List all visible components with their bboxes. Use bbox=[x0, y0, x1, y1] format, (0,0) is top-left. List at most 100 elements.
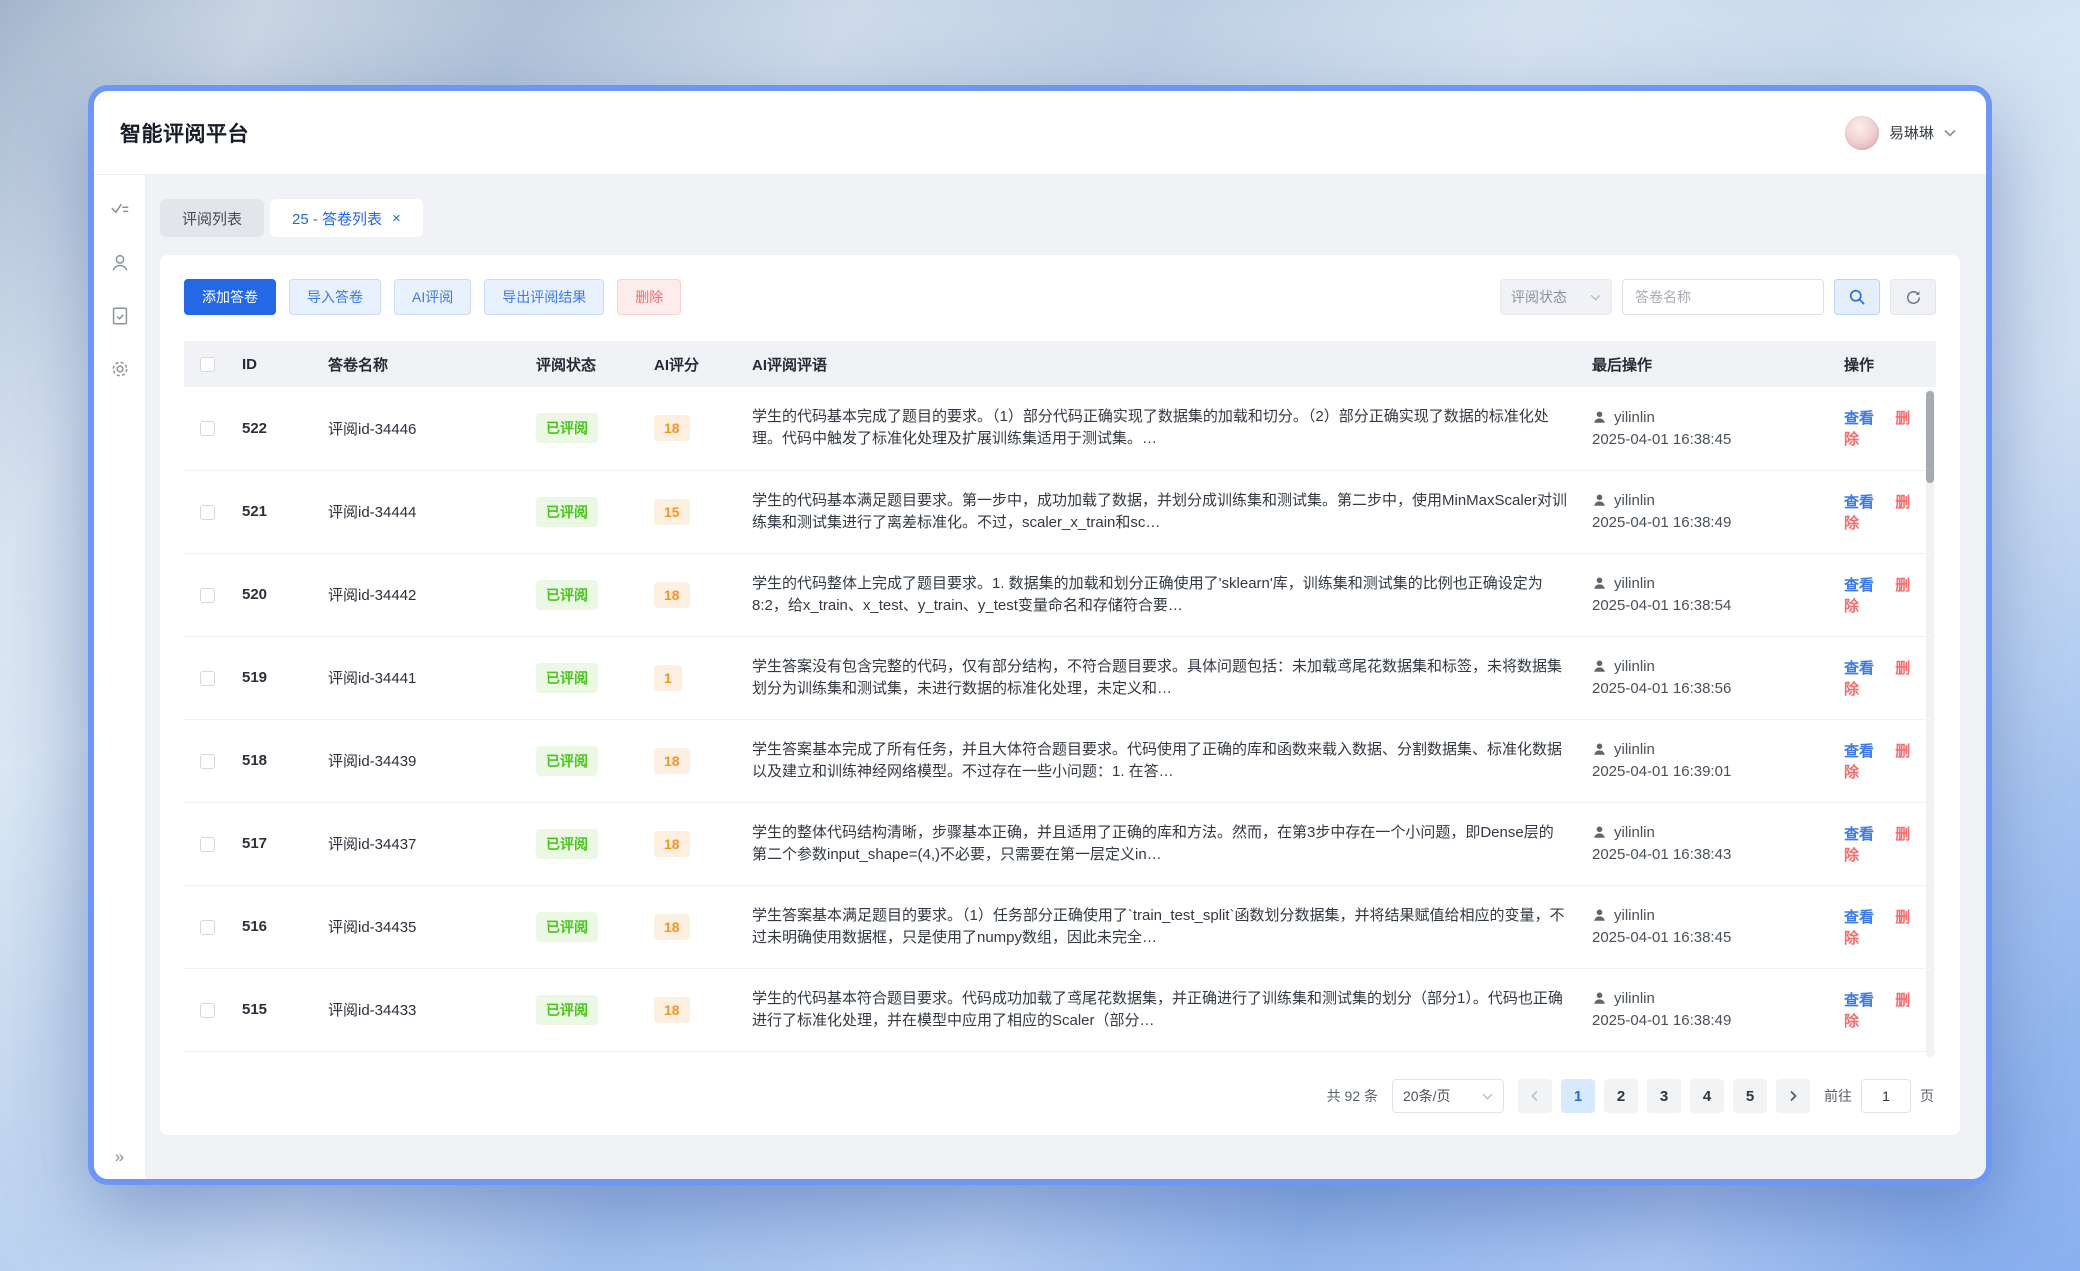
user-icon bbox=[1592, 576, 1607, 591]
score-badge: 1 bbox=[654, 665, 682, 691]
user-menu[interactable]: 易琳琳 bbox=[1845, 116, 1956, 150]
import-answer-button[interactable]: 导入答卷 bbox=[289, 279, 381, 315]
page-button-2[interactable]: 2 bbox=[1604, 1079, 1638, 1113]
row-name: 评阅id-34441 bbox=[316, 636, 524, 719]
view-link[interactable]: 查看 bbox=[1844, 660, 1874, 677]
scrollbar-thumb[interactable] bbox=[1926, 391, 1934, 483]
toolbar: 添加答卷 导入答卷 AI评阅 导出评阅结果 删除 评阅状态 bbox=[184, 279, 1936, 315]
prev-page-button[interactable] bbox=[1518, 1079, 1552, 1113]
row-comment: 学生答案基本完成了所有任务，并且大体符合题目要求。代码使用了正确的库和函数来载入… bbox=[752, 739, 1568, 783]
column-header-id: ID bbox=[230, 341, 316, 387]
export-results-button[interactable]: 导出评阅结果 bbox=[484, 279, 604, 315]
chevron-left-icon bbox=[1529, 1089, 1541, 1103]
toolbar-filters: 评阅状态 bbox=[1500, 279, 1936, 315]
view-link[interactable]: 查看 bbox=[1844, 577, 1874, 594]
avatar bbox=[1845, 116, 1879, 150]
sidebar: » bbox=[94, 175, 146, 1179]
page-size-select[interactable]: 20条/页 bbox=[1392, 1079, 1504, 1113]
row-comment: 学生的代码基本符合题目要求。代码成功加载了鸢尾花数据集，并正确进行了训练集和测试… bbox=[752, 988, 1568, 1032]
select-all-checkbox[interactable] bbox=[200, 357, 215, 372]
answer-name-input[interactable] bbox=[1622, 279, 1824, 315]
row-checkbox[interactable] bbox=[200, 1003, 215, 1018]
pagination: 共 92 条 20条/页 bbox=[184, 1059, 1936, 1135]
chevron-down-icon bbox=[1944, 129, 1956, 137]
view-link[interactable]: 查看 bbox=[1844, 494, 1874, 511]
operator-name: yilinlin bbox=[1614, 824, 1655, 841]
refresh-button[interactable] bbox=[1890, 279, 1936, 315]
table-scrollbar bbox=[1926, 389, 1934, 1057]
row-operator: yilinlin bbox=[1592, 824, 1820, 841]
total-count-label: 共 92 条 bbox=[1327, 1086, 1378, 1106]
add-answer-button[interactable]: 添加答卷 bbox=[184, 279, 276, 315]
row-comment: 学生的整体代码结构清晰，步骤基本正确，并且适用了正确的库和方法。然而，在第3步中… bbox=[752, 822, 1568, 866]
row-operator: yilinlin bbox=[1592, 741, 1820, 758]
page-title: 智能评阅平台 bbox=[120, 118, 249, 148]
column-header-actions: 操作 bbox=[1832, 341, 1936, 387]
column-header-last-op: 最后操作 bbox=[1580, 341, 1832, 387]
column-header-score: AI评分 bbox=[642, 341, 740, 387]
main-content: 评阅列表 25 - 答卷列表 × 添加答卷 导入答卷 AI评阅 导出评阅结果 删 bbox=[146, 175, 1986, 1179]
view-link[interactable]: 查看 bbox=[1844, 410, 1874, 427]
operator-name: yilinlin bbox=[1614, 658, 1655, 675]
tab-review-list[interactable]: 评阅列表 bbox=[160, 199, 264, 237]
status-badge: 已评阅 bbox=[536, 912, 598, 942]
score-badge: 15 bbox=[654, 499, 690, 525]
user-icon bbox=[1592, 742, 1607, 757]
row-time: 2025-04-01 16:38:43 bbox=[1592, 846, 1820, 863]
view-link[interactable]: 查看 bbox=[1844, 909, 1874, 926]
column-header-comment: AI评阅评语 bbox=[740, 341, 1580, 387]
score-badge: 18 bbox=[654, 831, 690, 857]
view-link[interactable]: 查看 bbox=[1844, 743, 1874, 760]
user-icon[interactable] bbox=[109, 252, 131, 274]
status-badge: 已评阅 bbox=[536, 663, 598, 693]
sidebar-collapse-button[interactable]: » bbox=[94, 1147, 145, 1167]
row-checkbox[interactable] bbox=[200, 421, 215, 436]
row-checkbox[interactable] bbox=[200, 920, 215, 935]
operator-name: yilinlin bbox=[1614, 575, 1655, 592]
goto-label: 前往 bbox=[1824, 1086, 1852, 1106]
page-button-1[interactable]: 1 bbox=[1561, 1079, 1595, 1113]
row-id: 517 bbox=[230, 802, 316, 885]
toolbar-actions: 添加答卷 导入答卷 AI评阅 导出评阅结果 删除 bbox=[184, 279, 681, 315]
document-check-icon[interactable] bbox=[109, 305, 131, 327]
row-id: 515 bbox=[230, 968, 316, 1051]
search-button[interactable] bbox=[1834, 279, 1880, 315]
row-checkbox[interactable] bbox=[200, 837, 215, 852]
row-checkbox[interactable] bbox=[200, 505, 215, 520]
goto-page-input[interactable] bbox=[1861, 1079, 1911, 1113]
row-name: 评阅id-34433 bbox=[316, 968, 524, 1051]
row-operator: yilinlin bbox=[1592, 492, 1820, 509]
row-time: 2025-04-01 16:38:49 bbox=[1592, 514, 1820, 531]
review-status-select[interactable]: 评阅状态 bbox=[1500, 279, 1612, 315]
row-operator: yilinlin bbox=[1592, 409, 1820, 426]
delete-button[interactable]: 删除 bbox=[617, 279, 681, 315]
view-link[interactable]: 查看 bbox=[1844, 992, 1874, 1009]
status-badge: 已评阅 bbox=[536, 413, 598, 443]
page-button-5[interactable]: 5 bbox=[1733, 1079, 1767, 1113]
row-checkbox[interactable] bbox=[200, 671, 215, 686]
chevron-right-icon bbox=[1787, 1089, 1799, 1103]
row-name: 评阅id-34444 bbox=[316, 470, 524, 553]
row-id: 516 bbox=[230, 885, 316, 968]
view-link[interactable]: 查看 bbox=[1844, 826, 1874, 843]
score-badge: 18 bbox=[654, 582, 690, 608]
close-icon[interactable]: × bbox=[392, 211, 401, 226]
user-icon bbox=[1592, 908, 1607, 923]
user-icon bbox=[1592, 825, 1607, 840]
tab-answer-list[interactable]: 25 - 答卷列表 × bbox=[270, 199, 423, 237]
page-button-4[interactable]: 4 bbox=[1690, 1079, 1724, 1113]
ai-review-button[interactable]: AI评阅 bbox=[394, 279, 471, 315]
review-checklist-icon[interactable] bbox=[109, 199, 131, 221]
settings-icon[interactable] bbox=[109, 358, 131, 380]
table-row: 520 评阅id-34442 已评阅 18 学生的代码整体上完成了题目要求。1.… bbox=[184, 553, 1936, 636]
column-header-name: 答卷名称 bbox=[316, 341, 524, 387]
row-checkbox[interactable] bbox=[200, 588, 215, 603]
next-page-button[interactable] bbox=[1776, 1079, 1810, 1113]
score-badge: 18 bbox=[654, 914, 690, 940]
tab-bar: 评阅列表 25 - 答卷列表 × bbox=[160, 199, 1960, 237]
page-button-3[interactable]: 3 bbox=[1647, 1079, 1681, 1113]
user-icon bbox=[1592, 991, 1607, 1006]
app-body: » 评阅列表 25 - 答卷列表 × 添加答卷 导入答卷 AI评阅 bbox=[94, 175, 1986, 1179]
goto-page: 前往 页 bbox=[1824, 1079, 1934, 1113]
row-checkbox[interactable] bbox=[200, 754, 215, 769]
